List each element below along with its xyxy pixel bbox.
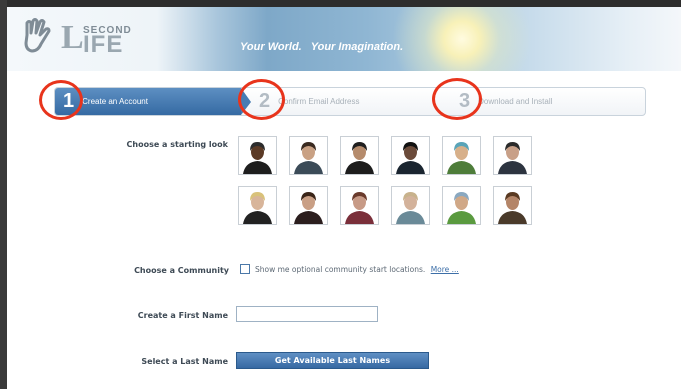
step-label: Confirm Email Address: [278, 97, 360, 106]
community-label: Choose a Community: [134, 266, 229, 275]
avatar-portrait-icon: [239, 137, 276, 174]
first-name-label: Create a First Name: [137, 311, 228, 320]
avatar-woman-red[interactable]: [340, 186, 379, 225]
window-left-border: [0, 0, 7, 389]
window-top-border: [0, 0, 681, 7]
tagline: Your World. Your Imagination.: [240, 41, 404, 53]
sun-graphic: [392, 7, 532, 71]
avatar-portrait-icon: [239, 187, 276, 224]
avatar-man-dark-hair[interactable]: [340, 136, 379, 175]
annotation-circle-step-2: [238, 79, 285, 120]
avatar-portrait-icon: [443, 187, 480, 224]
first-name-input[interactable]: [236, 306, 378, 322]
avatar-portrait-icon: [443, 137, 480, 174]
last-name-label: Select a Last Name: [141, 357, 228, 366]
avatar-portrait-icon: [341, 137, 378, 174]
avatar-woman-sunglasses[interactable]: [289, 136, 328, 175]
get-last-names-button[interactable]: Get Available Last Names: [236, 352, 429, 369]
annotation-circle-step-3: [432, 78, 482, 120]
avatar-man-colorful[interactable]: [442, 186, 481, 225]
step-label: Download and Install: [478, 97, 553, 106]
avatar-portrait-icon: [494, 187, 531, 224]
community-checkbox[interactable]: [240, 264, 250, 274]
registration-steps: 1 Create an Account 2 Confirm Email Addr…: [54, 87, 646, 116]
more-link[interactable]: More ...: [431, 265, 459, 274]
avatar-portrait-icon: [290, 137, 327, 174]
annotation-circle-step-1: [39, 80, 83, 120]
avatar-portrait-icon: [392, 187, 429, 224]
avatar-furry-hat[interactable]: [442, 136, 481, 175]
avatar-man-short-hair[interactable]: [493, 136, 532, 175]
avatar-portrait-icon: [392, 137, 429, 174]
starting-look-label: Choose a starting look: [126, 140, 228, 149]
avatar-woman-blonde[interactable]: [238, 186, 277, 225]
site-header: L SECOND IFE Your World. Your Imaginatio…: [7, 7, 681, 71]
step-label: Create an Account: [82, 97, 148, 106]
avatar-woman-brown-hair[interactable]: [493, 186, 532, 225]
avatar-portrait-icon: [290, 187, 327, 224]
avatar-portrait-icon: [494, 137, 531, 174]
community-option-text: Show me optional community start locatio…: [255, 265, 426, 274]
logo-l-letter: L: [61, 19, 84, 56]
second-life-logo[interactable]: L SECOND IFE: [21, 17, 161, 61]
logo-life-text: IFE: [83, 31, 124, 58]
avatar-woman-light-hair[interactable]: [391, 186, 430, 225]
avatar-man-suit[interactable]: [238, 136, 277, 175]
avatar-portrait-icon: [341, 187, 378, 224]
community-checkbox-label: Show me optional community start locatio…: [255, 265, 459, 274]
avatar-woman-black-hair[interactable]: [391, 136, 430, 175]
hand-logo-icon: [24, 18, 51, 53]
avatar-woman-dark-hair[interactable]: [289, 186, 328, 225]
